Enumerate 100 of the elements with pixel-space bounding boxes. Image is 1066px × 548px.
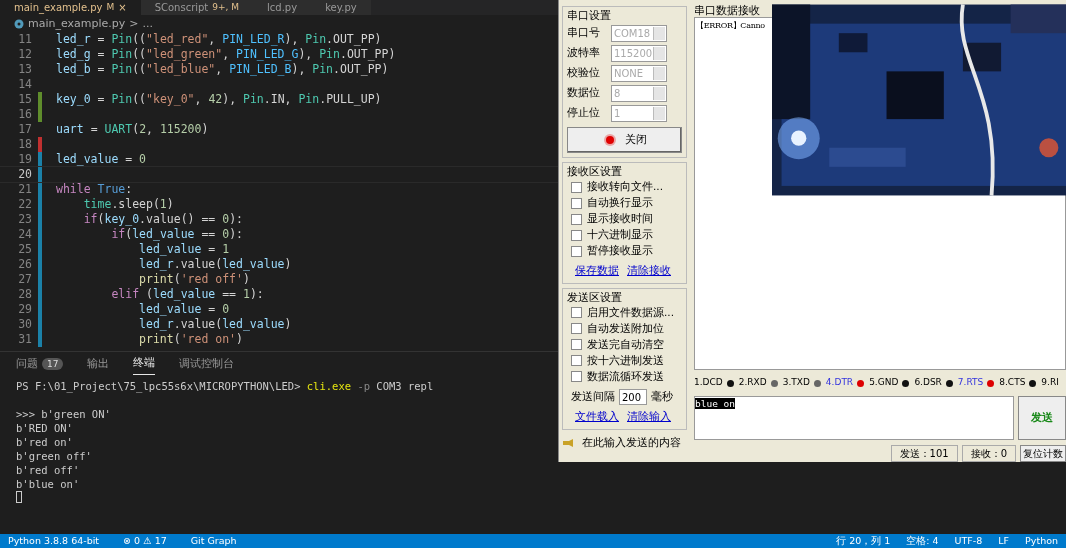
line-number: 28: [18, 287, 32, 301]
checkbox[interactable]: [571, 323, 582, 335]
status-item[interactable]: Python: [1025, 534, 1058, 548]
group-title: 发送区设置: [567, 290, 623, 305]
send-button[interactable]: 发送: [1018, 396, 1066, 441]
interval-label: 发送间隔: [571, 388, 615, 404]
checkbox-label: 按十六进制发送: [587, 352, 664, 368]
group-title: 串口数据接收: [694, 4, 761, 17]
code-line: led_r = Pin(("led_red", PIN_LED_R), Pin.OUT_PP): [56, 32, 382, 47]
signal-label: 3.TXD: [782, 376, 810, 390]
hand-icon: [562, 437, 574, 448]
checkbox-label: 发送完自动清空: [587, 336, 664, 352]
signal-label: 2.RXD: [738, 376, 767, 390]
checkbox-label: 启用文件数据源...: [587, 304, 674, 320]
code-line: led_value = 0: [138, 302, 230, 317]
checkbox-label: 自动发送附加位: [587, 320, 664, 336]
group-title: 串口设置: [567, 9, 612, 23]
link[interactable]: 文件载入: [575, 408, 619, 425]
line-number: 24: [18, 227, 32, 241]
line-number: 11: [18, 32, 32, 46]
link[interactable]: 清除输入: [627, 408, 671, 425]
code-line: print('red off'): [138, 272, 250, 287]
breadcrumb-separator: >: [129, 16, 139, 32]
status-item[interactable]: ⊗ 0 ⚠ 17: [123, 534, 167, 548]
status-item[interactable]: UTF-8: [954, 534, 983, 548]
status-item[interactable]: Git Graph: [190, 534, 237, 548]
code-line: while True:: [56, 182, 133, 197]
checkbox[interactable]: [571, 371, 582, 383]
terminal-output: b'red off': [16, 463, 81, 477]
close-port-button[interactable]: 关闭: [567, 127, 682, 153]
line-number: 13: [18, 62, 32, 76]
code-line: print('red on'): [138, 332, 243, 347]
code-line: led_g = Pin(("led_green", PIN_LED_G), Pin.OUT_PP): [56, 47, 396, 62]
panel-tab[interactable]: 输出: [87, 352, 110, 375]
code-line: uart = UART(2, 115200): [56, 122, 209, 137]
breadcrumb-item[interactable]: main_example.py: [28, 15, 126, 32]
panel-tab[interactable]: 终端: [133, 352, 156, 375]
line-number: 18: [18, 137, 32, 151]
checkbox[interactable]: [571, 229, 582, 241]
line-number: 22: [18, 197, 32, 211]
status-item[interactable]: 空格: 4: [906, 534, 939, 548]
line-number: 23: [18, 212, 32, 226]
checkbox[interactable]: [571, 245, 582, 257]
terminal-output: >>> b'green ON': [16, 407, 112, 421]
status-item[interactable]: LF: [998, 534, 1010, 548]
editor-tab[interactable]: lcd.py: [253, 0, 312, 15]
group-title: 接收区设置: [567, 165, 623, 179]
panel-tab[interactable]: 问题 17: [16, 352, 64, 375]
checkbox-label: 数据流循环发送: [587, 368, 664, 384]
terminal-command: PS F:\01_Project\75_lpc55s6x\MICROPYTHON\LED> cli.exe -p COM3 repl: [16, 379, 435, 393]
received-counter: 接收：0: [961, 444, 1016, 462]
line-number: 14: [18, 77, 32, 91]
code-line: if(key_0.value() == 0):: [82, 212, 243, 227]
checkbox[interactable]: [571, 355, 582, 367]
send-input[interactable]: blue on: [694, 396, 1014, 441]
code-line: led_r.value(led_value): [138, 257, 292, 272]
terminal-output: b'RED ON': [16, 421, 74, 435]
link[interactable]: 保存数据: [575, 263, 619, 279]
python-file-icon: [14, 18, 24, 29]
signal-label: 6.DSR: [914, 376, 942, 390]
panel-tab[interactable]: 调试控制台: [179, 352, 235, 375]
editor-tab[interactable]: main_example.py M ×: [0, 0, 141, 15]
signal-label: 8.CTS: [999, 376, 1026, 390]
close-icon[interactable]: ×: [118, 0, 127, 15]
line-number: 12: [18, 47, 32, 61]
line-number: 16: [18, 107, 32, 121]
signal-label: 4.DTR: [825, 376, 854, 390]
checkbox-label: 十六进制显示: [587, 227, 653, 243]
line-number: 19: [18, 152, 32, 166]
checkbox[interactable]: [571, 181, 582, 193]
setting-label: 校验位: [567, 64, 601, 81]
setting-label: 数据位: [567, 84, 601, 101]
interval-field[interactable]: 200: [619, 388, 647, 405]
signal-label: 7.RTS: [957, 376, 984, 390]
signal-label: 9.RI: [1041, 376, 1059, 390]
code-line: led_r.value(led_value): [138, 317, 292, 332]
status-item[interactable]: Python 3.8.8 64-bit: [8, 534, 100, 548]
line-number: 30: [18, 317, 32, 331]
editor-tab[interactable]: key.py: [311, 0, 371, 15]
status-item[interactable]: 行 20，列 1: [836, 534, 891, 548]
code-line: key_0 = Pin(("key_0", 42), Pin.IN, Pin.PULL_UP): [56, 92, 382, 107]
line-number: 29: [18, 302, 32, 316]
reset-count-button[interactable]: 复位计数: [1020, 444, 1066, 462]
link[interactable]: 清除接收: [627, 263, 671, 279]
checkbox-label: 显示接收时间: [587, 211, 653, 227]
checkbox[interactable]: [571, 197, 582, 209]
checkbox-label: 接收转向文件...: [587, 179, 663, 195]
checkbox[interactable]: [571, 307, 582, 319]
setting-label: 串口号: [567, 24, 601, 41]
editor-tab[interactable]: SConscript 9+, M: [140, 0, 254, 15]
code-line: led_b = Pin(("led_blue", PIN_LED_B), Pin.OUT_PP): [56, 62, 389, 77]
code-line: elif (led_value == 1):: [110, 287, 264, 302]
signal-label: 1.DCD: [694, 376, 723, 390]
terminal-output: b'blue on': [16, 477, 81, 491]
checkbox[interactable]: [571, 339, 582, 351]
terminal-output: b'red on': [16, 435, 74, 449]
terminal-output: b'green off': [16, 449, 93, 463]
checkbox[interactable]: [571, 213, 582, 225]
terminal-cursor: [16, 491, 22, 503]
line-number: 25: [18, 242, 32, 256]
